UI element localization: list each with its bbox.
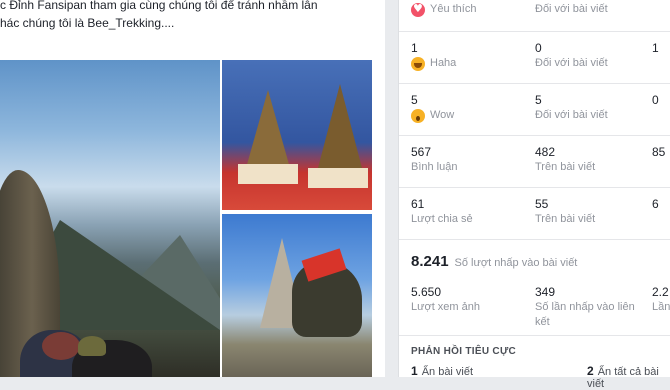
negative-hide-all-count: 2 <box>587 364 594 378</box>
negative-hide-post-label: Ẩn bài viết <box>421 366 474 378</box>
stats-comments-post-count: 482 <box>535 145 556 159</box>
stats-other-clicks-cell: 2.2 Lần <box>652 284 670 315</box>
stats-other-clicks-count: 2.2 <box>652 285 669 299</box>
stats-love-label: Yêu thích <box>430 3 477 15</box>
stats-haha-post-label: Đối với bài viết <box>535 57 608 69</box>
haha-reaction-icon <box>411 56 425 71</box>
post-clicks-total: 8.241 Số lượt nhấp vào bài viết <box>411 253 577 270</box>
stats-haha-share-cell: 1 <box>652 40 659 56</box>
post-photo-main[interactable] <box>0 60 220 377</box>
stats-comments-cell: 567 Bình luận <box>411 144 457 175</box>
wow-reaction-icon <box>411 108 425 123</box>
stats-other-clicks-label: Lần <box>652 301 670 313</box>
post-caption-line2: hác chúng tôi là Bee_Trekking.... <box>0 16 175 30</box>
stats-comments-share-cell: 85 <box>652 144 665 160</box>
stats-row-wow: 5 Wow 5 Đối với bài viết 0 <box>399 84 670 136</box>
post-clicks-count: 8.241 <box>411 253 449 270</box>
stats-haha-share-count: 1 <box>652 41 659 55</box>
stats-shares-post-count: 55 <box>535 197 549 211</box>
photo-trophy <box>318 84 362 168</box>
post-caption-line1: c Đỉnh Fansipan tham gia cùng chúng tôi … <box>0 0 318 12</box>
stats-wow-post-cell: 5 Đối với bài viết <box>535 92 608 123</box>
stats-shares-post-cell: 55 Trên bài viết <box>535 196 595 227</box>
photo-trophy-base <box>238 164 298 184</box>
stats-wow-cell: 5 Wow <box>411 92 454 123</box>
photo-trophy <box>246 90 290 168</box>
negative-hide-post-count: 1 <box>411 364 418 378</box>
negative-hide-post: 1 Ẩn bài viết <box>411 364 473 378</box>
stats-haha-post-cell: 0 Đối với bài viết <box>535 40 608 71</box>
stats-wow-post-label: Đối với bài viết <box>535 109 608 121</box>
post-photo-summit[interactable] <box>222 214 372 377</box>
stats-wow-share-count: 0 <box>652 93 659 107</box>
stats-shares-post-label: Trên bài viết <box>535 213 596 225</box>
stats-shares-share-count: 6 <box>652 197 659 211</box>
stats-comments-post-cell: 482 Trên bài viết <box>535 144 595 175</box>
stats-wow-label: Wow <box>430 109 455 121</box>
stats-shares-count: 61 <box>411 197 425 211</box>
photo-trophy-base <box>308 168 368 188</box>
stats-love-cell: Yêu thích <box>411 1 477 17</box>
stats-love-label-line: Yêu thích <box>411 1 477 17</box>
stats-link-clicks-label-line2: kết <box>535 316 550 328</box>
stats-comments-label: Bình luận <box>411 161 458 173</box>
stats-photo-views-count: 5.650 <box>411 285 442 299</box>
stats-love-post-label: Đối với bài viết <box>535 3 608 15</box>
post-photo-trophies[interactable] <box>222 60 372 210</box>
stats-haha-label: Haha <box>430 57 457 69</box>
heart-reaction-icon <box>411 1 425 17</box>
stats-comments-count: 567 <box>411 145 432 159</box>
negative-hide-all-label: Ẩn tất cả bài viết <box>587 366 659 390</box>
stats-link-clicks-count: 349 <box>535 285 556 299</box>
stats-wow-label-line: Wow <box>411 108 454 123</box>
stats-row-haha: 1 Haha 0 Đối với bài viết 1 <box>399 32 670 84</box>
stats-row-love: Yêu thích Đối với bài viết <box>399 0 670 32</box>
stats-shares-cell: 61 Lượt chia sẻ <box>411 196 473 227</box>
stats-row-comments: 567 Bình luận 482 Trên bài viết 85 <box>399 136 670 188</box>
post-caption: c Đỉnh Fansipan tham gia cùng chúng tôi … <box>0 0 380 32</box>
stats-wow-share-cell: 0 <box>652 92 659 108</box>
stats-haha-label-line: Haha <box>411 56 456 71</box>
stats-love-post-cell: Đối với bài viết <box>535 2 608 17</box>
stats-wow-count: 5 <box>411 93 418 107</box>
stats-comments-share-count: 85 <box>652 145 666 159</box>
stats-shares-label: Lượt chia sẻ <box>411 213 473 225</box>
negative-hide-all: 2 Ẩn tất cả bài viết <box>587 364 670 390</box>
stats-comments-post-label: Trên bài viết <box>535 161 596 173</box>
photo-person-hat <box>78 336 106 356</box>
stats-photo-views-cell: 5.650 Lượt xem ảnh <box>411 284 480 315</box>
stats-row-clicks-breakdown: 5.650 Lượt xem ảnh 349 Số lần nhấp vào l… <box>399 276 670 336</box>
stats-link-clicks-cell: 349 Số lần nhấp vào liên kết <box>535 284 635 330</box>
post-insights-panel: Yêu thích Đối với bài viết 1 Haha 0 Đối … <box>398 0 670 390</box>
stats-shares-share-cell: 6 <box>652 196 659 212</box>
stats-haha-post-count: 0 <box>535 41 542 55</box>
stats-row-shares: 61 Lượt chia sẻ 55 Trên bài viết 6 <box>399 188 670 240</box>
stats-link-clicks-label-line1: Số lần nhấp vào liên <box>535 301 635 313</box>
negative-feedback-title: PHẢN HỒI TIÊU CỰC <box>411 346 517 357</box>
stats-haha-cell: 1 Haha <box>411 40 456 71</box>
post-clicks-label: Số lượt nhấp vào bài viết <box>454 257 578 269</box>
post-panel: c Đỉnh Fansipan tham gia cùng chúng tôi … <box>0 0 385 377</box>
stats-haha-count: 1 <box>411 41 418 55</box>
stats-wow-post-count: 5 <box>535 93 542 107</box>
stats-photo-views-label: Lượt xem ảnh <box>411 301 480 313</box>
